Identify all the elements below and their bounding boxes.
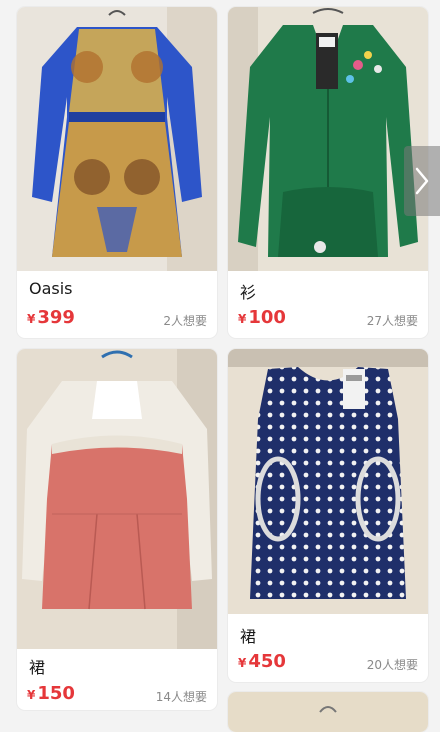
want-count: 27人想要: [366, 314, 418, 328]
want-count: 14人想要: [155, 690, 207, 704]
currency-symbol: ¥: [27, 688, 36, 702]
price-value: 399: [37, 307, 75, 328]
price-value: 150: [37, 683, 75, 704]
product-card[interactable]: 衫 ¥100 27人想要: [228, 7, 428, 338]
product-title: 裙: [29, 658, 46, 677]
product-card[interactable]: 裙 ¥150 14人想要: [17, 349, 217, 710]
product-price: ¥399: [27, 307, 75, 328]
product-card[interactable]: [228, 692, 428, 732]
carousel-next-button[interactable]: [404, 146, 440, 216]
product-image[interactable]: [228, 692, 428, 732]
product-grid: Oasis ¥399 2人想要 衫 ¥ 100 27人想要 裙 ¥ 150 14…: [0, 0, 440, 732]
product-price: ¥150: [27, 683, 75, 704]
currency-symbol: ¥: [238, 312, 247, 326]
product-title: 衫: [240, 283, 257, 302]
chevron-right-icon: [415, 167, 429, 195]
want-count: 2人想要: [163, 314, 207, 328]
product-card[interactable]: Oasis ¥399 2人想要: [17, 7, 217, 338]
price-value: 450: [248, 651, 286, 672]
product-image[interactable]: [17, 7, 217, 271]
product-card[interactable]: 裙 ¥450 20人想要: [228, 349, 428, 682]
product-price: ¥100: [238, 307, 286, 328]
product-title: Oasis: [29, 279, 73, 298]
product-image[interactable]: [228, 349, 428, 614]
currency-symbol: ¥: [238, 656, 247, 670]
currency-symbol: ¥: [27, 312, 36, 326]
product-image[interactable]: [228, 7, 428, 271]
price-value: 100: [248, 307, 286, 328]
product-image[interactable]: [17, 349, 217, 649]
want-count: 20人想要: [366, 658, 418, 672]
product-title: 裙: [240, 627, 257, 646]
product-price: ¥450: [238, 651, 286, 672]
